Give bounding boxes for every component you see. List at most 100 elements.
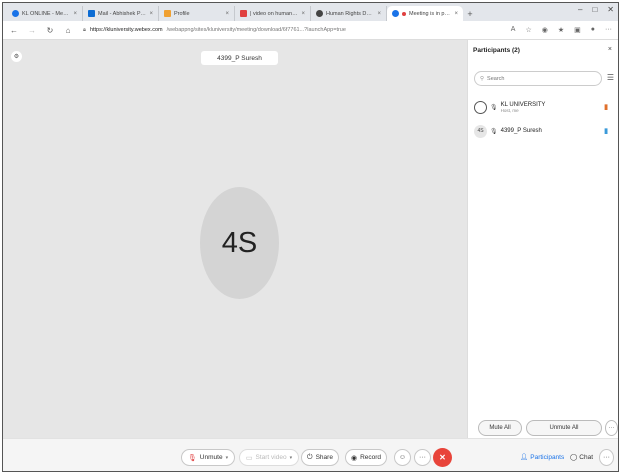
panel-title: Participants (2) <box>473 47 520 54</box>
minimize-button[interactable]: – <box>578 5 582 14</box>
search-input[interactable] <box>487 75 588 82</box>
url-field[interactable]: 🔒︎ https://kluniversity.webex.com/webapp… <box>81 24 503 37</box>
layout-settings-icon[interactable]: ⚙︎ <box>11 51 22 62</box>
start-video-label: Start video <box>255 454 287 461</box>
start-video-button[interactable]: ▭ Start video ▾ <box>239 449 299 466</box>
participant-info: 4399_P Suresh <box>501 128 602 134</box>
microphone-icon: 🎙︎ <box>490 104 498 111</box>
participants-toggle[interactable]: 👤︎ Participants <box>520 453 565 462</box>
webex-icon <box>392 10 399 17</box>
muted-mic-icon: 🎙︎ <box>187 454 197 462</box>
profile-icon <box>164 10 171 17</box>
lock-icon: 🔒︎ <box>83 26 86 33</box>
tab-label: Profile <box>174 10 190 17</box>
back-arrow-icon[interactable]: ← <box>9 26 19 35</box>
host-avatar <box>474 100 487 114</box>
sort-list-icon[interactable]: ☰ <box>607 73 614 82</box>
read-aloud-icon[interactable]: A <box>511 26 516 34</box>
window-controls: – □ ✕ <box>578 5 614 14</box>
meeting-controls: 🎙︎ Unmute ▾ ▭ Start video ▾ ⏻ Share ◉ Re… <box>3 438 618 471</box>
tab-profile[interactable]: Profile × <box>159 6 235 21</box>
record-button[interactable]: ◉ Record <box>345 449 387 466</box>
tab-label: Human Rights Day - Wikipedia <box>326 10 374 17</box>
active-speaker-name: 4399_P Suresh <box>201 51 278 65</box>
wikipedia-icon <box>316 10 323 17</box>
collections-icon[interactable]: ▣ <box>574 26 581 34</box>
tab-label: Mail - Abhishek P - Outlook <box>98 10 146 17</box>
url-host: https://kluniversity.webex.com <box>89 27 163 33</box>
close-icon[interactable]: × <box>225 11 229 17</box>
tab-label: | video on human rights day - Go <box>250 10 298 17</box>
reload-icon[interactable]: ↻ <box>45 26 55 35</box>
chat-toggle[interactable]: ◯ Chat <box>570 453 594 462</box>
participant-name: 4399_P Suresh <box>500 128 542 134</box>
participant-avatar-small: 4S <box>474 124 487 138</box>
unmute-label: Unmute <box>199 454 223 461</box>
search-field[interactable]: ⚲ <box>474 71 602 86</box>
profile-icon[interactable]: ● <box>591 26 595 34</box>
audio-status-icon: ▮ <box>604 128 608 135</box>
tab-wikipedia[interactable]: Human Rights Day - Wikipedia × <box>311 6 387 21</box>
search-icon: ⚲ <box>480 75 485 82</box>
forward-arrow-icon[interactable]: → <box>27 26 37 35</box>
close-icon[interactable]: × <box>377 11 381 17</box>
panel-more-button[interactable]: ··· <box>605 420 618 436</box>
close-icon[interactable]: × <box>301 11 305 17</box>
chevron-down-icon: ▾ <box>225 454 229 461</box>
chevron-down-icon: ▾ <box>289 454 293 461</box>
share-button[interactable]: ⏻ Share <box>301 449 339 466</box>
leave-meeting-button[interactable]: ✕ <box>433 448 452 467</box>
close-icon[interactable]: × <box>73 11 77 17</box>
share-label: Share <box>315 454 333 461</box>
close-panel-button[interactable]: × <box>608 46 612 53</box>
participant-row[interactable]: 🎙︎ KL UNIVERSITY Host, me ▮ <box>474 96 608 118</box>
youtube-icon <box>240 10 247 17</box>
chat-label: Chat <box>579 453 594 461</box>
tab-label: Meeting is in progress... <box>409 10 451 17</box>
mute-all-button[interactable]: Mute All <box>478 420 522 436</box>
maximize-button[interactable]: □ <box>592 5 597 14</box>
tab-label: KL ONLINE - Meeting Owner <box>22 10 70 17</box>
video-stage: ⚙︎ 4399_P Suresh 4S <box>3 40 467 438</box>
people-icon: 👤︎ <box>520 454 529 461</box>
more-icon[interactable]: ··· <box>605 26 612 34</box>
favorites-icon[interactable]: ★ <box>558 26 564 34</box>
video-camera-icon: ▭ <box>245 454 253 462</box>
unmute-all-button[interactable]: Unmute All <box>526 420 602 436</box>
record-icon: ◉ <box>350 454 358 462</box>
close-window-button[interactable]: ✕ <box>607 5 614 14</box>
home-icon[interactable]: ⌂ <box>63 26 73 35</box>
browser-toolbar: A ☆ ◉ ★ ▣ ● ··· <box>511 26 612 34</box>
more-options-button[interactable]: ··· <box>414 449 431 466</box>
share-icon: ⏻ <box>307 453 313 461</box>
participants-label: Participants <box>530 453 565 461</box>
participant-avatar: 4S <box>200 187 279 299</box>
close-icon[interactable]: × <box>149 11 153 17</box>
participants-panel: Participants (2) × ⚲ ☰ 🎙︎ KL UNIVERSITY … <box>467 40 618 438</box>
close-icon[interactable]: × <box>454 11 458 17</box>
microphone-icon: 🎙︎ <box>490 128 498 135</box>
recording-dot-icon <box>402 11 406 16</box>
reactions-button[interactable]: ☺ <box>394 449 411 466</box>
extension-icon[interactable]: ◉ <box>542 26 548 34</box>
new-tab-button[interactable]: + <box>463 6 477 21</box>
browser-window: KL ONLINE - Meeting Owner × Mail - Abhis… <box>2 2 619 472</box>
record-label: Record <box>360 454 382 461</box>
favorite-star-icon[interactable]: ☆ <box>525 26 531 34</box>
tab-meeting[interactable]: Meeting is in progress... × <box>387 6 463 21</box>
overflow-button[interactable]: ··· <box>599 449 614 466</box>
participant-row[interactable]: 4S 🎙︎ 4399_P Suresh ▮ <box>474 120 608 142</box>
tab-mail[interactable]: Mail - Abhishek P - Outlook × <box>83 6 159 21</box>
chat-bubble-icon: ◯ <box>570 454 578 461</box>
url-path: /webappng/sites/kluniversity/meeting/dow… <box>166 27 346 33</box>
emoji-icon: ☺ <box>398 454 407 461</box>
audio-status-icon: ▮ <box>604 104 608 111</box>
outlook-icon <box>88 10 95 17</box>
webex-icon <box>12 10 19 17</box>
tab-google-search[interactable]: | video on human rights day - Go × <box>235 6 311 21</box>
unmute-button[interactable]: 🎙︎ Unmute ▾ <box>181 449 235 466</box>
participant-role: Host, me <box>500 107 519 113</box>
tab-kl-online[interactable]: KL ONLINE - Meeting Owner × <box>7 6 83 21</box>
participant-info: KL UNIVERSITY Host, me <box>501 102 602 113</box>
address-bar: ← → ↻ ⌂ 🔒︎ https://kluniversity.webex.co… <box>3 21 618 40</box>
